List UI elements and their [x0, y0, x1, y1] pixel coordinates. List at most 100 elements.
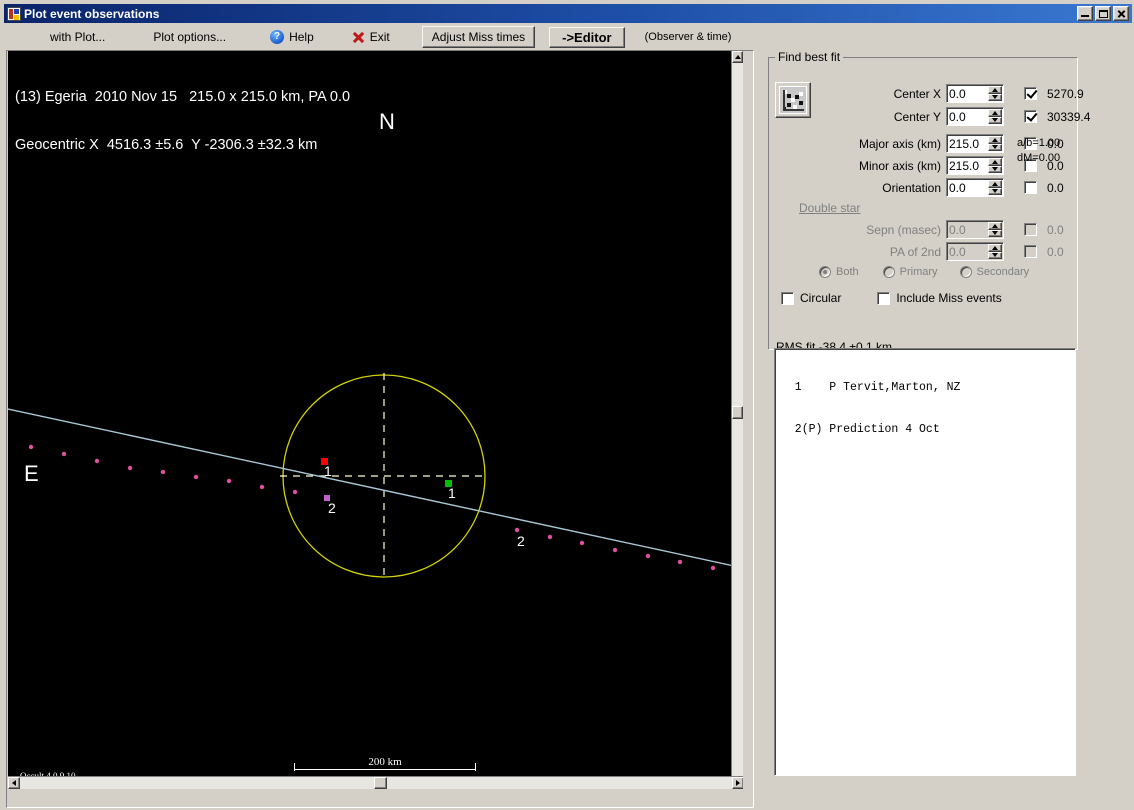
orientation-spin-up[interactable] [988, 180, 1002, 188]
pa-2nd-checkbox [1024, 245, 1037, 258]
scroll-left-icon[interactable] [8, 777, 20, 789]
adjust-miss-times-button[interactable]: Adjust Miss times [421, 26, 536, 48]
ratio-ab: a/b=1.00 [1017, 137, 1061, 149]
fit-row-pa-2nd: PA of 2nd 0.0 [793, 242, 1064, 261]
chord-label-1-r: 1 [448, 485, 456, 501]
sepn-spin-up [988, 222, 1002, 230]
scroll-right-icon[interactable] [732, 777, 743, 789]
major-axis-input[interactable] [947, 135, 988, 152]
radio-secondary [959, 266, 972, 278]
pa-2nd-spin-up [988, 244, 1002, 252]
radio-both-label: Both [836, 266, 859, 278]
help-icon: ? [270, 30, 285, 44]
sepn-error: 0.0 [1047, 222, 1064, 237]
circular-checkbox[interactable] [781, 291, 794, 305]
menu-with-plot[interactable]: with Plot... [40, 27, 115, 47]
radio-both [819, 266, 831, 278]
fit-row-center-y: Center Y 30339.4 [879, 107, 1090, 126]
orientation-input[interactable] [947, 179, 988, 196]
include-miss-checkbox[interactable] [877, 291, 891, 305]
toolbar: with Plot... Plot options... ? Help Exit… [4, 24, 1132, 50]
fit-label-major-axis: Major axis (km) [858, 136, 941, 151]
menu-plot-options-label: Plot options... [153, 30, 227, 44]
major-axis-spin-down[interactable] [988, 143, 1002, 151]
close-icon[interactable] [1113, 6, 1129, 21]
scroll-up-icon[interactable] [732, 51, 743, 63]
radio-primary-label: Primary [899, 266, 938, 278]
close-x-icon [352, 31, 365, 44]
center-x-spin-down[interactable] [988, 93, 1002, 101]
center-y-spin-down[interactable] [988, 116, 1002, 124]
observer-list[interactable]: 1 P Tervit,Marton, NZ 2(P) Prediction 4 … [774, 348, 1076, 776]
right-panel: Find best fit Center X 0.0 5270.9 Center… [768, 50, 1132, 808]
menu-help-label: Help [289, 30, 314, 44]
window-title: Plot event observations [24, 6, 160, 21]
plot-vertical-scrollbar[interactable] [731, 51, 743, 789]
sepn-input [947, 221, 988, 238]
ratio-dm: dM=0.00 [1017, 152, 1061, 164]
sepn-checkbox [1024, 223, 1037, 236]
double-star-title: Double star [799, 201, 861, 215]
scale-bar: 200 km [294, 756, 476, 774]
minimize-icon[interactable] [1077, 6, 1093, 21]
sepn-spinner [946, 220, 1004, 239]
minor-axis-spinner[interactable] [946, 156, 1004, 175]
menu-exit[interactable]: Exit [342, 27, 400, 47]
center-y-spinner[interactable] [946, 107, 1004, 126]
fit-row-orientation: Orientation 0.0 [793, 178, 1064, 197]
find-best-fit-legend: Find best fit [778, 50, 841, 64]
miss-track-dots-right [514, 527, 743, 575]
center-x-input[interactable] [947, 85, 988, 102]
center-y-error: 30339.4 [1047, 109, 1091, 124]
miss-label-right: 2 [517, 533, 525, 549]
center-x-error: 5270.9 [1047, 86, 1084, 101]
fit-label-sepn: Sepn (masec) [866, 222, 941, 237]
maximize-icon[interactable] [1095, 6, 1111, 21]
graph-icon[interactable] [775, 82, 811, 118]
center-x-spin-up[interactable] [988, 86, 1002, 94]
center-x-checkbox[interactable] [1024, 87, 1037, 100]
circular-row: Circular Include Miss events [781, 291, 1002, 305]
center-y-input[interactable] [947, 108, 988, 125]
fit-label-center-x: Center X [893, 86, 941, 101]
major-axis-spin-up[interactable] [988, 136, 1002, 144]
horizontal-scroll-thumb[interactable] [374, 777, 387, 789]
occultation-diagram [8, 373, 743, 579]
menu-plot-options[interactable]: Plot options... [143, 27, 236, 47]
minor-axis-spin-up[interactable] [988, 158, 1002, 166]
observer-time-note: (Observer & time) [644, 31, 732, 43]
fit-row-center-x: Center X 5270.9 [879, 84, 1084, 103]
include-miss-label: Include Miss events [896, 291, 1002, 305]
center-y-checkbox[interactable] [1024, 110, 1037, 123]
fit-row-sepn: Sepn (masec) 0.0 [793, 220, 1064, 239]
pa-2nd-input [947, 243, 988, 260]
plot-panel: (13) Egeria 2010 Nov 15 215.0 x 215.0 km… [6, 50, 754, 808]
scale-bar-label: 200 km [368, 756, 402, 768]
orientation-spinner[interactable] [946, 178, 1004, 197]
minor-axis-spin-down[interactable] [988, 165, 1002, 173]
vertical-scroll-thumb[interactable] [732, 406, 743, 419]
chord-label-1-d: 1 [324, 463, 332, 479]
menu-help[interactable]: ? Help [260, 27, 324, 47]
plot-canvas[interactable]: (13) Egeria 2010 Nov 15 215.0 x 215.0 km… [8, 51, 743, 789]
radio-secondary-label: Secondary [976, 266, 1030, 278]
orientation-error: 0.0 [1047, 180, 1064, 195]
orientation-checkbox[interactable] [1024, 181, 1037, 194]
pa-2nd-spinner [946, 242, 1004, 261]
center-y-spin-up[interactable] [988, 109, 1002, 117]
plot-horizontal-scrollbar[interactable] [8, 776, 743, 789]
major-axis-spinner[interactable] [946, 134, 1004, 153]
orientation-spin-down[interactable] [988, 187, 1002, 195]
fit-label-center-y: Center Y [893, 109, 941, 124]
pa-2nd-error: 0.0 [1047, 244, 1064, 259]
sepn-spin-down [988, 229, 1002, 237]
pa-2nd-spin-down [988, 251, 1002, 259]
minor-axis-input[interactable] [947, 157, 988, 174]
find-best-fit-group: Find best fit Center X 0.0 5270.9 Center… [768, 50, 1090, 398]
center-x-spinner[interactable] [946, 84, 1004, 103]
menu-with-plot-label: with Plot... [50, 30, 106, 44]
fit-label-orientation: Orientation [882, 180, 941, 195]
editor-button[interactable]: ->Editor [549, 26, 625, 48]
title-bar: Plot event observations [4, 4, 1132, 23]
fit-label-minor-axis: Minor axis (km) [858, 158, 941, 173]
